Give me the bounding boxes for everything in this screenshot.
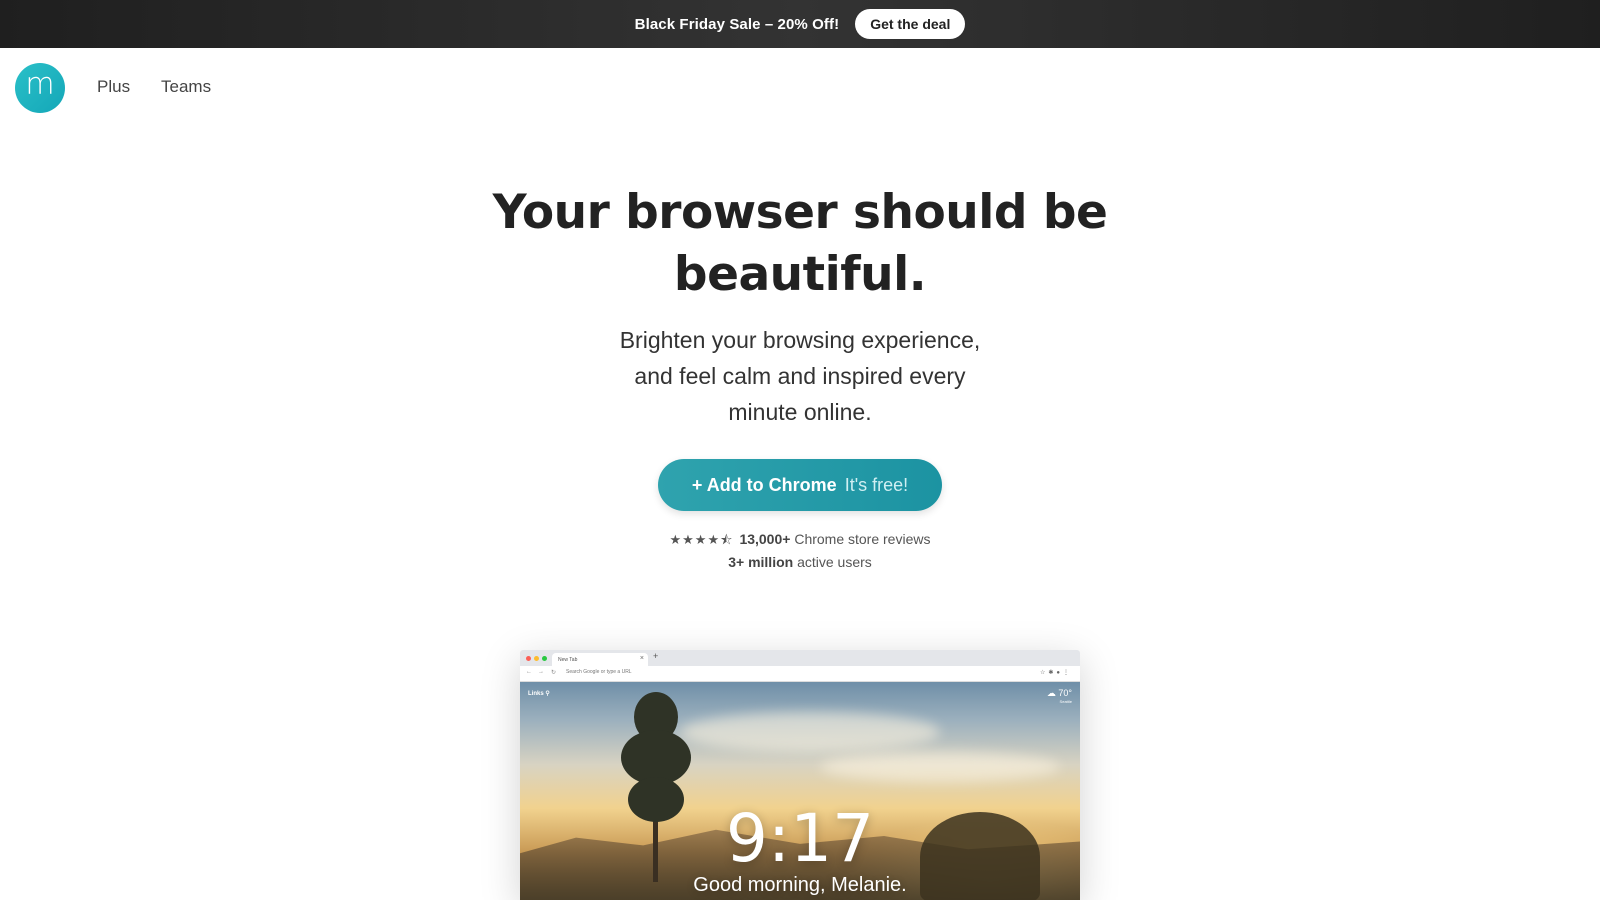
nav-link-plus[interactable]: Plus xyxy=(97,77,130,97)
hero-title: Your browser should be beautiful. xyxy=(0,182,1600,306)
new-tab-icon: + xyxy=(653,651,659,661)
preview-url-bar: ← → ↻ Search Google or type a URL ☆✱●⋮ xyxy=(520,666,1080,682)
back-arrow-icon: ← xyxy=(526,669,532,675)
links-label: Links ⚲ xyxy=(528,690,550,697)
cloud-shape xyxy=(820,752,1060,782)
hero-title-line2: beautiful. xyxy=(673,247,927,302)
users-count: 3+ million xyxy=(728,554,794,570)
forward-arrow-icon: → xyxy=(538,669,544,675)
links-text: Links xyxy=(528,691,544,697)
toolbar-icons: ☆✱●⋮ xyxy=(1039,670,1072,676)
temperature: 70° xyxy=(1058,688,1072,698)
cta-main-label: + Add to Chrome xyxy=(691,474,837,495)
window-maximize-dot-icon xyxy=(542,656,547,661)
reload-icon: ↻ xyxy=(551,670,557,676)
hero-subtitle-line3: minute online. xyxy=(728,399,872,425)
logo-letter: m xyxy=(25,67,55,102)
clock-time: 9:17 xyxy=(725,800,875,877)
preview-tab-bar: New Tab × + xyxy=(520,650,1080,666)
preview-tab-title: New Tab xyxy=(558,657,578,663)
nav-link-teams[interactable]: Teams xyxy=(161,77,211,97)
momentum-logo[interactable]: m xyxy=(15,63,65,113)
hero-subtitle: Brighten your browsing experience, and f… xyxy=(0,322,1600,430)
greeting-text: Good morning, Melanie. xyxy=(693,874,907,896)
hero-subtitle-line2: and feel calm and inspired every xyxy=(634,363,966,389)
weather-location: Seattle xyxy=(1059,699,1072,704)
hero-title-line1: Your browser should be xyxy=(492,185,1108,240)
users-label: active users xyxy=(797,554,872,570)
background-photo: Links ⚲ ☁ 70° Seattle 9:17 Good morning,… xyxy=(520,682,1080,900)
users-line: 3+ million active users xyxy=(0,551,1600,573)
social-proof: ★★★★⯪ 13,000+ Chrome store reviews 3+ mil… xyxy=(0,528,1600,573)
browser-preview: New Tab × + ← → ↻ Search Google or type … xyxy=(520,650,1080,900)
star-rating-icon: ★★★★⯪ xyxy=(669,532,734,547)
hero-subtitle-line1: Brighten your browsing experience, xyxy=(619,327,981,353)
promo-text: Black Friday Sale – 20% Off! xyxy=(634,15,840,33)
cta-free-label: It's free! xyxy=(844,474,909,495)
window-close-dot-icon xyxy=(526,656,531,661)
cloud-shape xyxy=(680,712,940,752)
promo-banner: Black Friday Sale – 20% Off! Get the dea… xyxy=(0,0,1600,48)
omnibox-placeholder: Search Google or type a URL xyxy=(566,669,632,675)
review-count: 13,000+ xyxy=(739,531,791,547)
window-minimize-dot-icon xyxy=(534,656,539,661)
top-nav: m Plus Teams xyxy=(0,48,1600,128)
search-icon: ⚲ xyxy=(545,691,550,697)
get-the-deal-button[interactable]: Get the deal xyxy=(855,9,966,39)
add-to-chrome-button[interactable]: + Add to Chrome It's free! xyxy=(658,459,942,511)
preview-tab: New Tab × xyxy=(552,653,648,666)
reviews-line: ★★★★⯪ 13,000+ Chrome store reviews xyxy=(0,528,1600,551)
review-label: Chrome store reviews xyxy=(794,531,931,547)
tab-close-icon: × xyxy=(639,655,644,662)
weather-widget: ☁ 70° Seattle xyxy=(1047,688,1072,704)
cloud-sun-icon: ☁ xyxy=(1046,688,1056,698)
